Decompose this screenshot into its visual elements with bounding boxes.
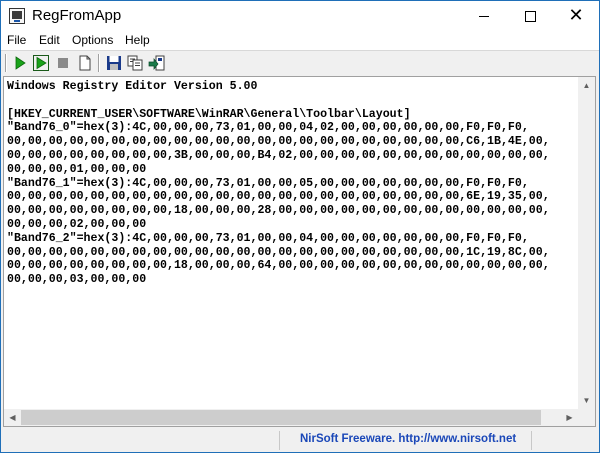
maximize-icon [524,10,536,22]
status-bar: NirSoft Freeware. http://www.nirsoft.net [1,429,599,452]
window-title: RegFromApp [32,7,122,24]
new-button[interactable] [76,54,94,72]
editor-line: [HKEY_CURRENT_USER\SOFTWARE\WinRAR\Gener… [7,107,411,121]
minimize-button[interactable] [461,1,507,31]
nirsoft-link[interactable]: NirSoft Freeware. http://www.nirsoft.net [300,433,516,445]
editor-line: 00,00,00,00,00,00,00,00,00,00,00,00,00,0… [7,190,550,204]
save-disk-icon [107,56,121,70]
menu-file[interactable]: File [7,33,26,47]
editor-line: "Band76_1"=hex(3):4C,00,00,00,73,01,00,0… [7,176,529,190]
menu-bar: File Edit Options Help [1,31,599,50]
menu-help[interactable]: Help [125,33,150,47]
arrow-right-icon: ▶ [566,413,573,422]
title-bar[interactable]: RegFromApp ✕ [1,1,599,31]
registry-text-editor[interactable]: Windows Registry Editor Version 5.00 [HK… [3,76,596,427]
arrow-down-icon: ▼ [582,396,591,405]
stop-button[interactable] [54,54,72,72]
editor-line: "Band76_2"=hex(3):4C,00,00,00,73,01,00,0… [7,231,529,245]
maximize-button[interactable] [507,1,553,31]
save-button[interactable] [105,54,123,72]
editor-line: 00,00,00,00,00,00,00,00,18,00,00,00,28,0… [7,204,550,218]
stop-icon [58,58,68,68]
export-arrow-icon [148,55,165,71]
editor-line: Windows Registry Editor Version 5.00 [7,80,258,93]
editor-line: 00,00,00,03,00,00,00 [7,273,147,287]
editor-line: 00,00,00,00,00,00,00,00,3B,00,00,00,B4,0… [7,148,550,162]
editor-line: "Band76_0"=hex(3):4C,00,00,00,73,01,00,0… [7,121,529,135]
editor-line: 00,00,00,01,00,00,00 [7,162,147,176]
registry-text-content[interactable]: Windows Registry Editor Version 5.00 [HK… [7,80,575,412]
copy-button[interactable] [126,54,144,72]
editor-line: 00,00,00,00,00,00,00,00,18,00,00,00,64,0… [7,259,550,273]
arrow-left-icon: ◀ [9,413,16,422]
menu-edit[interactable]: Edit [39,33,60,47]
scroll-left-button[interactable]: ◀ [4,409,21,426]
editor-line: 00,00,00,00,00,00,00,00,00,00,00,00,00,0… [7,135,550,149]
editor-line: 00,00,00,00,00,00,00,00,00,00,00,00,00,0… [7,245,550,259]
vertical-scrollbar[interactable]: ▲ ▼ [578,77,595,409]
minimize-icon [479,15,489,17]
horizontal-scroll-thumb[interactable] [21,410,541,425]
close-button[interactable]: ✕ [553,1,599,31]
copy-icon [127,55,143,71]
start-with-options-button[interactable] [32,54,50,72]
editor-line: 00,00,00,02,00,00,00 [7,217,147,231]
scroll-down-button[interactable]: ▼ [578,392,595,409]
status-panel-divider [531,431,532,450]
toolbar-separator [98,54,100,72]
app-window: RegFromApp ✕ File Edit Options Help Wind… [0,0,600,453]
regedit-app-icon[interactable] [9,8,25,24]
arrow-up-icon: ▲ [582,81,591,90]
play-record-icon [33,55,49,71]
close-icon: ✕ [568,5,584,26]
new-document-icon [79,55,91,71]
horizontal-scrollbar[interactable]: ◀ ▶ [4,409,578,426]
scroll-up-button[interactable]: ▲ [578,77,595,94]
scroll-right-button[interactable]: ▶ [561,409,578,426]
menu-options[interactable]: Options [72,33,113,47]
toolbar-separator [5,54,7,72]
start-button[interactable] [11,54,29,72]
export-button[interactable] [148,54,166,72]
status-panel-divider [279,431,280,450]
play-icon [15,56,26,70]
scrollbar-corner [578,409,595,426]
toolbar [1,50,599,75]
